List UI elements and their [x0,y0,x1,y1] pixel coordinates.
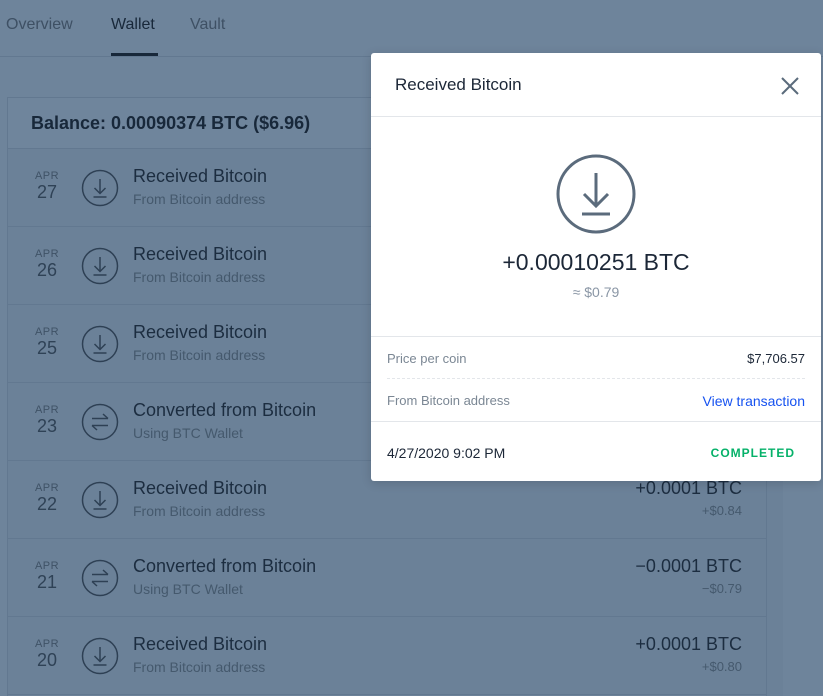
tx-month: APR [34,482,60,494]
tx-amount: −0.0001 BTC [635,556,742,576]
tx-subtitle: Using BTC Wallet [133,425,243,441]
price-per-coin-value: $7,706.57 [747,351,805,366]
tx-title: Received Bitcoin [133,244,268,264]
tx-month: APR [34,560,60,572]
view-transaction-link[interactable]: View transaction [703,393,805,409]
transaction-date: 4/27/2020 9:02 PM [387,445,506,461]
tx-day: 20 [36,650,58,670]
tx-fiat: −$0.79 [701,581,742,596]
close-icon[interactable] [779,75,801,97]
tx-day: 21 [36,572,58,592]
tx-subtitle: From Bitcoin address [133,269,266,285]
tx-month: APR [34,248,60,260]
convert-icon [81,403,119,441]
tx-subtitle: From Bitcoin address [133,659,266,675]
tx-title: Received Bitcoin [133,478,268,498]
tx-subtitle: From Bitcoin address [133,503,266,519]
tx-day: 25 [36,338,58,358]
modal-fiat-amount: ≈ $0.79 [572,284,620,300]
source-label: From Bitcoin address [387,393,510,408]
tx-title: Received Bitcoin [133,166,268,186]
download-icon [81,247,119,285]
tab-wallet[interactable]: Wallet [111,16,155,34]
transaction-detail-modal: Received Bitcoin +0.00010251 BTC ≈ $0.79… [371,53,821,481]
active-tab-indicator [111,53,158,56]
download-icon [81,169,119,207]
modal-btc-amount: +0.00010251 BTC [502,249,690,275]
tx-day: 27 [36,182,58,202]
tx-title: Received Bitcoin [133,322,268,342]
download-icon [81,325,119,363]
tx-subtitle: From Bitcoin address [133,347,266,363]
price-per-coin-label: Price per coin [387,351,467,366]
source-row: From Bitcoin address View transaction [387,379,805,421]
modal-summary: +0.00010251 BTC ≈ $0.79 [371,117,821,337]
status-badge: COMPLETED [710,446,795,460]
tx-day: 22 [36,494,58,514]
tx-month: APR [34,404,60,416]
price-per-coin-row: Price per coin $7,706.57 [387,337,805,379]
tx-amount: +0.0001 BTC [635,478,742,498]
tx-subtitle: From Bitcoin address [133,191,266,207]
tx-month: APR [34,326,60,338]
tx-title: Received Bitcoin [133,634,268,654]
convert-icon [81,559,119,597]
modal-footer: 4/27/2020 9:02 PM COMPLETED [371,421,821,481]
download-icon [81,637,119,675]
tx-month: APR [34,170,60,182]
transaction-row[interactable]: APR 20 Received Bitcoin From Bitcoin addres… [8,617,766,695]
tx-day: 26 [36,260,58,280]
modal-header: Received Bitcoin [371,53,821,117]
tx-day: 23 [36,416,58,436]
wallet-tabs: Overview Wallet Vault [0,0,823,57]
tx-month: APR [34,638,60,650]
tx-subtitle: Using BTC Wallet [133,581,243,597]
tx-title: Converted from Bitcoin [133,556,317,576]
tx-title: Converted from Bitcoin [133,400,317,420]
download-icon [556,154,636,234]
tab-overview[interactable]: Overview [6,16,73,34]
transaction-row[interactable]: APR 21 Converted from Bitcoin Using BTC Wal… [8,539,766,617]
tx-amount: +0.0001 BTC [635,634,742,654]
download-icon [81,481,119,519]
tab-vault[interactable]: Vault [190,16,225,34]
tx-fiat: +$0.80 [701,659,742,674]
tx-fiat: +$0.84 [701,503,742,518]
modal-title: Received Bitcoin [395,75,522,94]
